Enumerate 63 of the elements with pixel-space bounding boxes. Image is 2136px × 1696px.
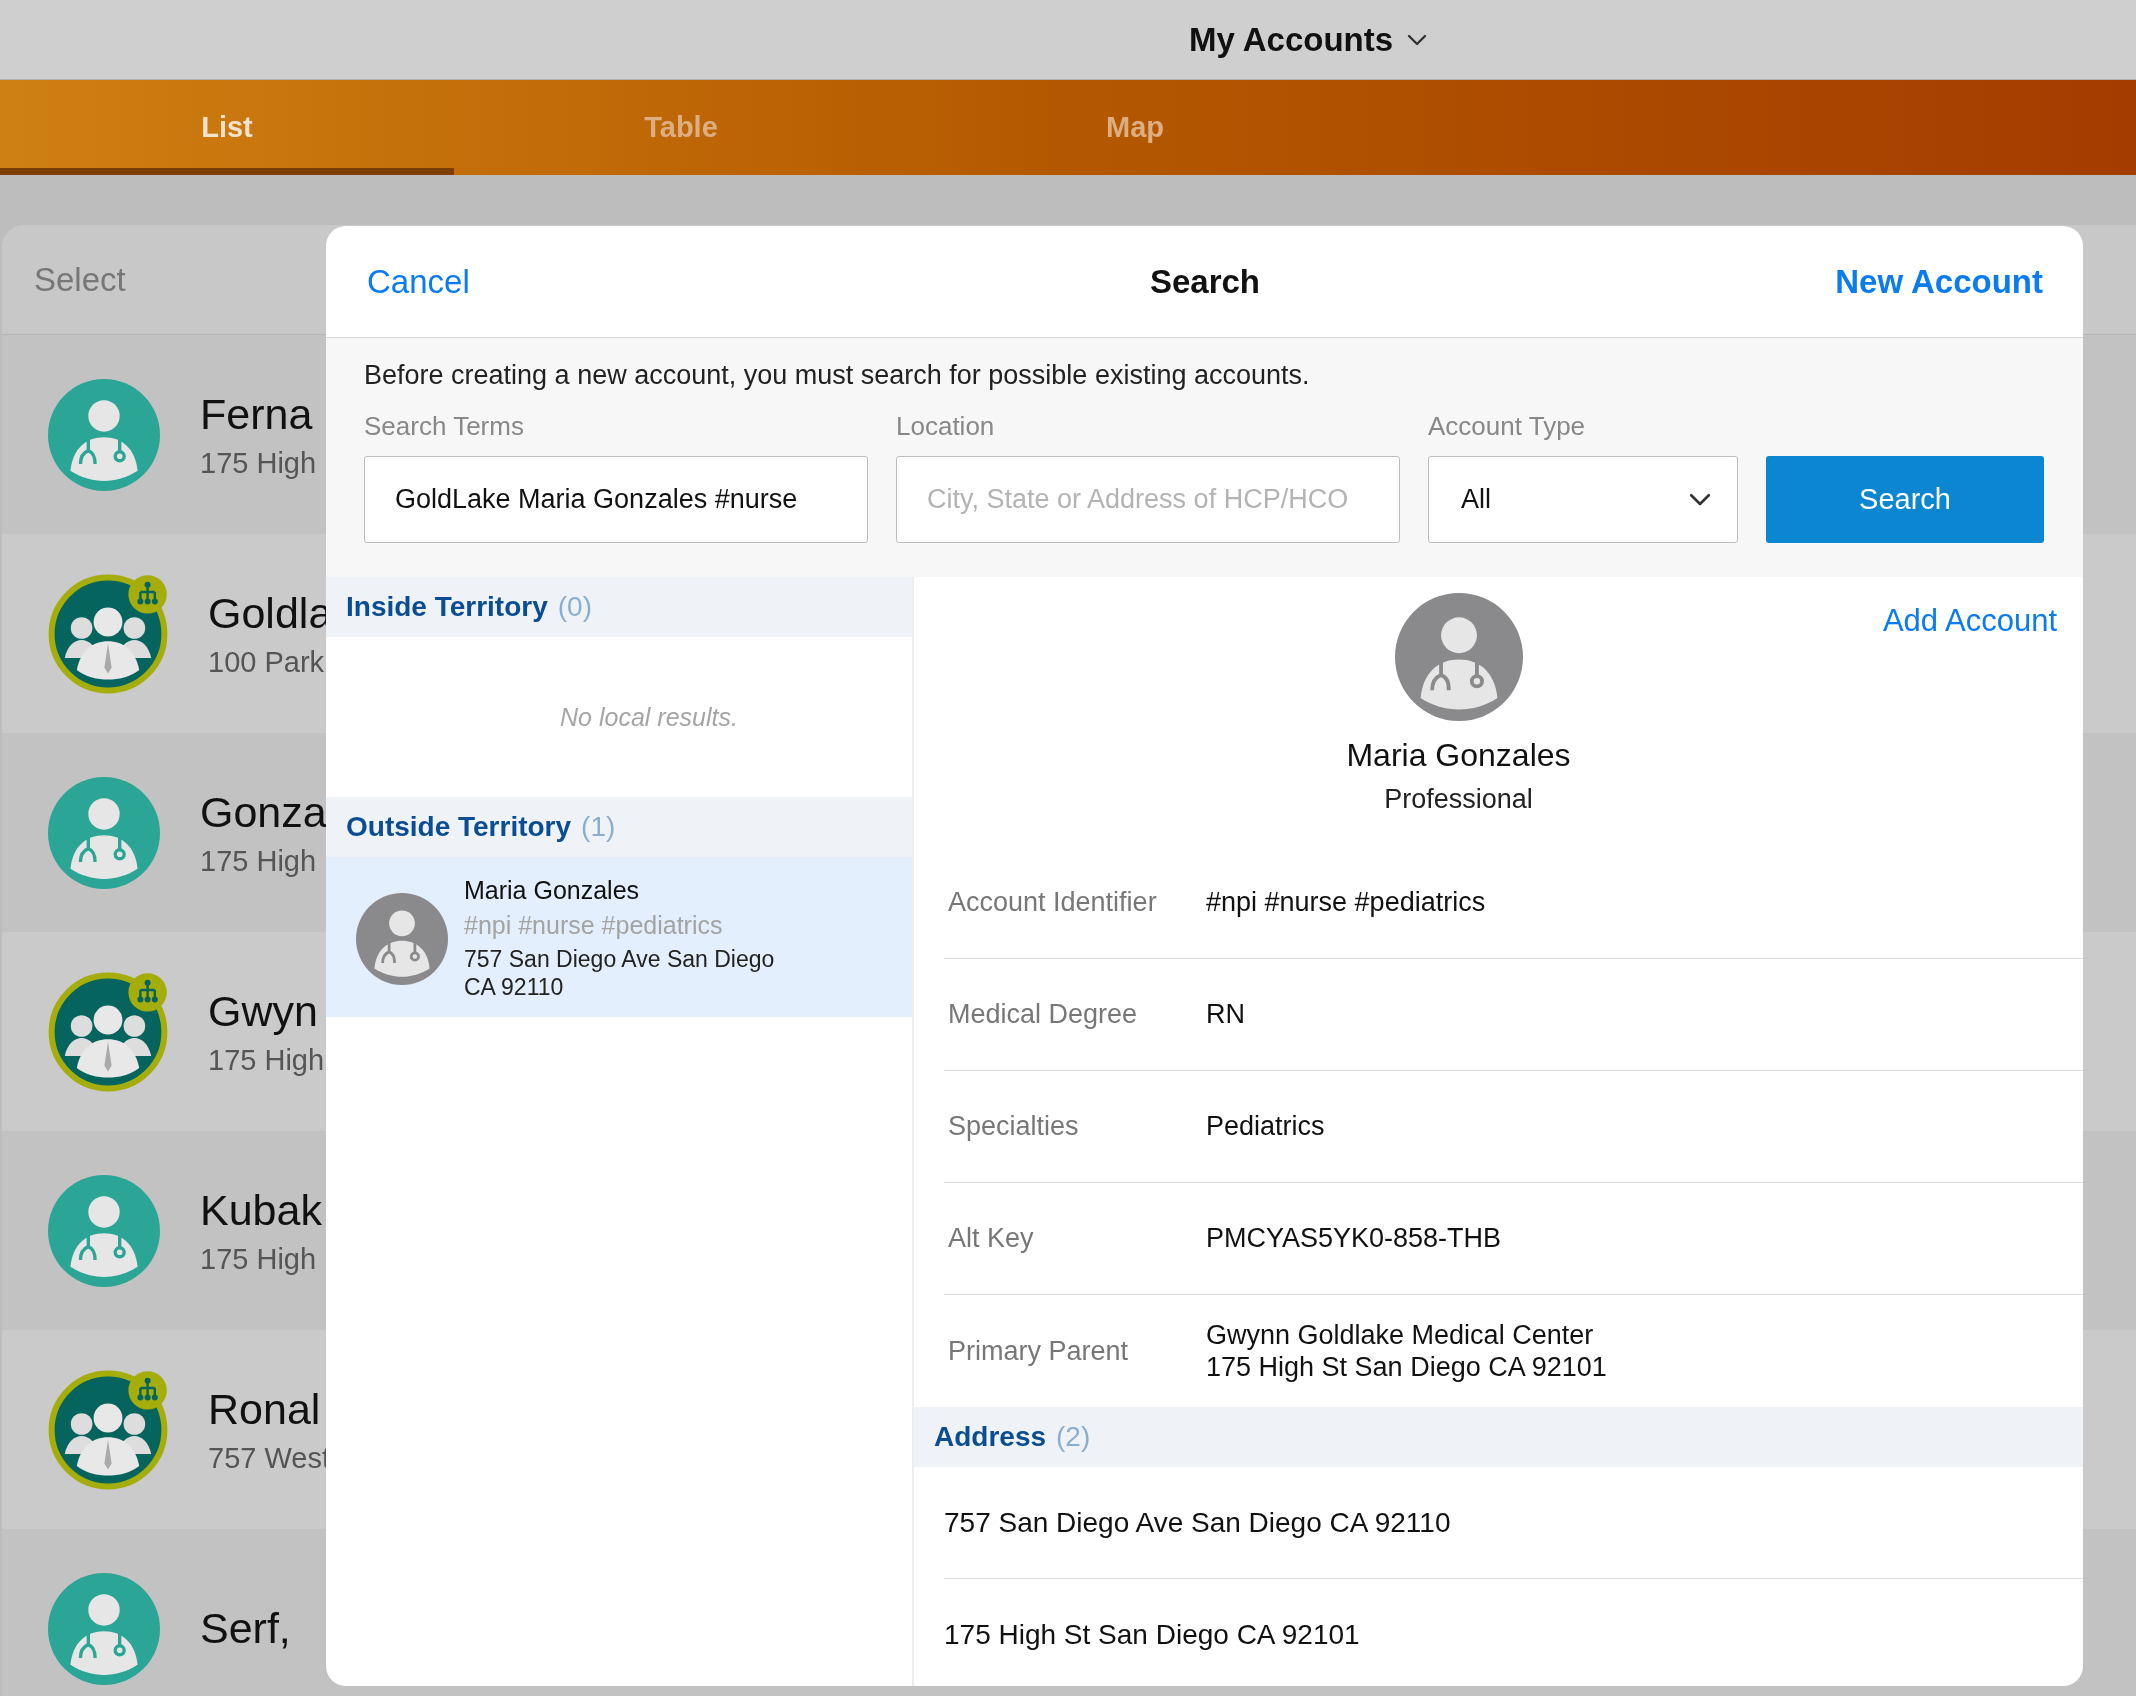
person-avatar-icon	[48, 1174, 160, 1287]
detail-value: RN	[1206, 998, 1246, 1031]
section-title: Address	[934, 1421, 1047, 1453]
empty-message: No local results.	[560, 702, 738, 732]
view-tab[interactable]: Map	[908, 80, 1362, 175]
select-label[interactable]: Select	[34, 260, 126, 299]
detail-value: #npi #nurse #pediatrics	[1206, 886, 1487, 919]
field-label: Account Type	[1428, 411, 1587, 442]
result-name: Maria Gonzales	[464, 876, 641, 906]
person-avatar-icon	[48, 1572, 160, 1685]
person-avatar-icon	[48, 776, 160, 889]
detail-label: Medical Degree	[947, 999, 1139, 1030]
detail-value: Pediatrics	[1206, 1110, 1326, 1143]
detail-label: Primary Parent	[947, 1335, 1130, 1367]
account-address: 175 High	[208, 1043, 325, 1077]
field-label: Search Terms	[364, 411, 525, 442]
detail-value: Gwynn Goldlake Medical Center 175 High St San Diego CA 92101	[1206, 1318, 1608, 1384]
address-text: 757 San Diego Ave San Diego CA 92110	[944, 1506, 1451, 1539]
account-address: 100 Park	[208, 645, 326, 679]
account-name: Serf,	[200, 1604, 291, 1653]
profile-type: Professional	[1384, 784, 1533, 815]
address-text: 175 High St San Diego CA 92101	[944, 1619, 1360, 1651]
organization-avatar-icon	[48, 573, 168, 694]
search-terms-field[interactable]: GoldLake Maria Gonzales #nurse	[364, 456, 868, 543]
field-label: Location	[896, 411, 996, 442]
location-field[interactable]: City, State or Address of HCP/HCO	[896, 456, 1400, 543]
add-account-button[interactable]: Add Account	[1882, 603, 2057, 639]
intro-text: Before creating a new account, you must search for possible existing accounts.	[364, 360, 1311, 391]
result-item[interactable]: Maria Gonzales #npi #nurse #pediatrics 757 San Diego Ave San Diego CA 92110	[326, 857, 912, 1017]
account-name: Gwyn	[208, 986, 319, 1036]
person-avatar-icon	[1394, 593, 1523, 721]
chevron-down-icon	[1407, 33, 1428, 46]
person-avatar-icon	[356, 893, 448, 985]
profile-name: Maria Gonzales	[1346, 737, 1571, 774]
section-count: (0)	[557, 591, 592, 623]
account-name: Kubak	[200, 1185, 322, 1235]
detail-label: Account Identifier	[947, 887, 1158, 918]
account-name: Ferna	[200, 389, 314, 439]
account-name: Gonza	[200, 787, 327, 837]
section-title: Inside Territory	[346, 591, 548, 623]
section-count: (2)	[1056, 1421, 1091, 1453]
result-address: 757 San Diego Ave San Diego CA 92110	[464, 946, 775, 1002]
account-address: 175 High	[200, 446, 317, 480]
account-address: 175 High	[200, 1242, 318, 1276]
dialog-title: Search	[1149, 262, 1261, 301]
chevron-down-icon	[1689, 492, 1711, 507]
result-tags: #npi #nurse #pediatrics	[464, 911, 775, 941]
account-type-select[interactable]: All	[1428, 456, 1738, 543]
detail-label: Alt Key	[947, 1223, 1035, 1254]
search-button[interactable]: Search	[1766, 456, 2044, 543]
section-title: Outside Territory	[346, 811, 572, 843]
account-name: Ronal	[208, 1384, 322, 1434]
organization-avatar-icon	[48, 971, 168, 1092]
detail-value: PMCYAS5YK0-858-THB	[1206, 1222, 1503, 1255]
account-address: 175 High	[200, 844, 318, 878]
detail-label: Specialties	[947, 1111, 1080, 1142]
view-tab[interactable]: List	[0, 80, 454, 175]
accounts-dropdown[interactable]: My Accounts	[1188, 20, 1428, 59]
person-avatar-icon	[48, 378, 160, 491]
section-count: (1)	[581, 811, 616, 843]
cancel-button[interactable]: Cancel	[367, 262, 470, 301]
organization-avatar-icon	[48, 1369, 168, 1490]
new-account-button[interactable]: New Account	[1835, 262, 2043, 301]
